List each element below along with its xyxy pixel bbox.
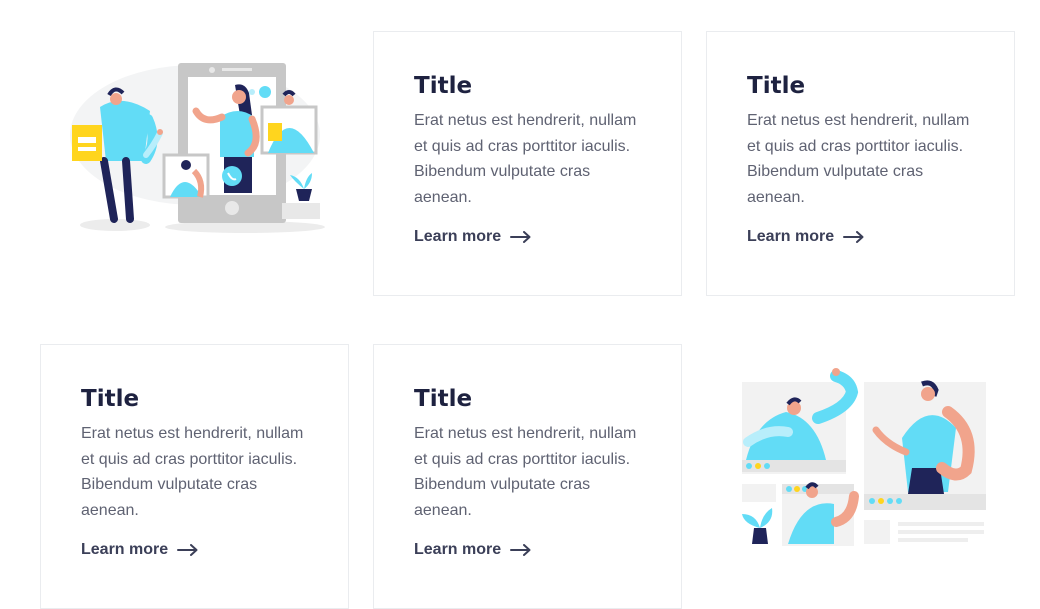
- card-title: Title: [414, 73, 473, 99]
- arrow-right-icon: [510, 231, 531, 243]
- feature-card: Title Erat netus est hendrerit, nullam e…: [706, 31, 1015, 296]
- card-title: Title: [414, 386, 473, 412]
- arrow-right-icon: [177, 544, 198, 556]
- card-description: Erat netus est hendrerit, nullam et quis…: [81, 425, 304, 519]
- learn-more-label: Learn more: [414, 541, 502, 558]
- arrow-right-icon: [843, 231, 864, 243]
- phone-video-call-illustration: [60, 55, 330, 240]
- learn-more-link[interactable]: Learn more: [747, 228, 864, 246]
- card-description: Erat netus est hendrerit, nullam et quis…: [414, 425, 637, 519]
- card-description: Erat netus est hendrerit, nullam et quis…: [747, 112, 970, 206]
- feature-card: Title Erat netus est hendrerit, nullam e…: [40, 344, 349, 609]
- card-title: Title: [747, 73, 806, 99]
- learn-more-link[interactable]: Learn more: [414, 228, 531, 246]
- learn-more-link[interactable]: Learn more: [414, 541, 531, 559]
- learn-more-label: Learn more: [747, 228, 835, 245]
- arrow-right-icon: [510, 544, 531, 556]
- learn-more-link[interactable]: Learn more: [81, 541, 198, 559]
- group-video-call-illustration: [738, 366, 988, 548]
- learn-more-label: Learn more: [81, 541, 169, 558]
- learn-more-label: Learn more: [414, 228, 502, 245]
- card-description: Erat netus est hendrerit, nullam et quis…: [414, 112, 637, 206]
- feature-card: Title Erat netus est hendrerit, nullam e…: [373, 31, 682, 296]
- feature-card: Title Erat netus est hendrerit, nullam e…: [373, 344, 682, 609]
- card-title: Title: [81, 386, 140, 412]
